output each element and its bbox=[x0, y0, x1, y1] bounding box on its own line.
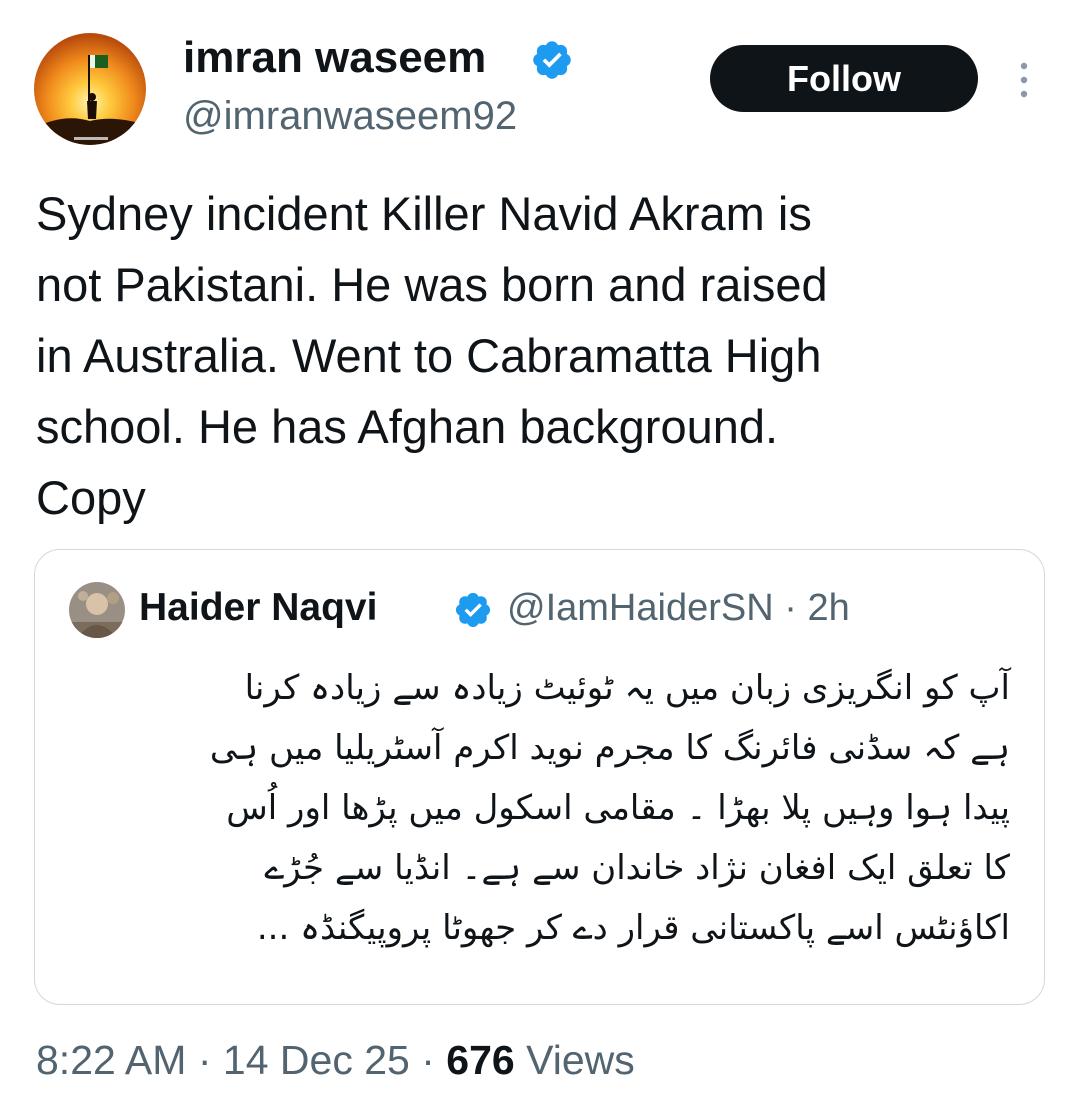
author-avatar[interactable] bbox=[34, 33, 146, 145]
more-vertical-icon[interactable] bbox=[1010, 60, 1038, 100]
sunset-flag-avatar-icon bbox=[34, 33, 146, 145]
footer-separator: · bbox=[421, 1037, 435, 1083]
quoted-tweet-time[interactable]: 2h bbox=[807, 587, 849, 629]
verified-badge-icon bbox=[533, 41, 571, 79]
quoted-tweet-card[interactable]: Haider Naqvi @IamHaiderSN · 2h آپ کو انگ… bbox=[34, 549, 1045, 1005]
follow-button[interactable]: Follow bbox=[710, 45, 978, 112]
verified-badge-icon bbox=[455, 592, 491, 628]
meta-separator: · bbox=[784, 587, 797, 629]
quoted-author-handle[interactable]: @IamHaiderSN bbox=[507, 587, 774, 629]
quoted-tweet-meta: @IamHaiderSN · 2h bbox=[507, 580, 850, 636]
quoted-avatar-photo-icon bbox=[69, 582, 125, 638]
tweet-footer: 8:22 AM · 14 Dec 25 · 676 Views bbox=[36, 1030, 635, 1090]
views-label: Views bbox=[526, 1037, 635, 1083]
quoted-tweet-text: آپ کو انگریزی زبان میں یہ ٹوئیٹ زیادہ سے… bbox=[209, 668, 1010, 948]
views-count[interactable]: 676 bbox=[446, 1037, 514, 1083]
quoted-author-name[interactable]: Haider Naqvi bbox=[139, 580, 377, 636]
author-handle[interactable]: @imranwaseem92 bbox=[183, 88, 517, 144]
quoted-author-avatar[interactable] bbox=[69, 582, 125, 638]
tweet-text: Sydney incident Killer Navid Akram is no… bbox=[36, 187, 828, 524]
author-display-name[interactable]: imran waseem bbox=[183, 30, 486, 86]
footer-separator: · bbox=[197, 1037, 212, 1083]
tweet-date[interactable]: 14 Dec 25 bbox=[223, 1037, 410, 1083]
tweet-time[interactable]: 8:22 AM bbox=[36, 1037, 186, 1083]
